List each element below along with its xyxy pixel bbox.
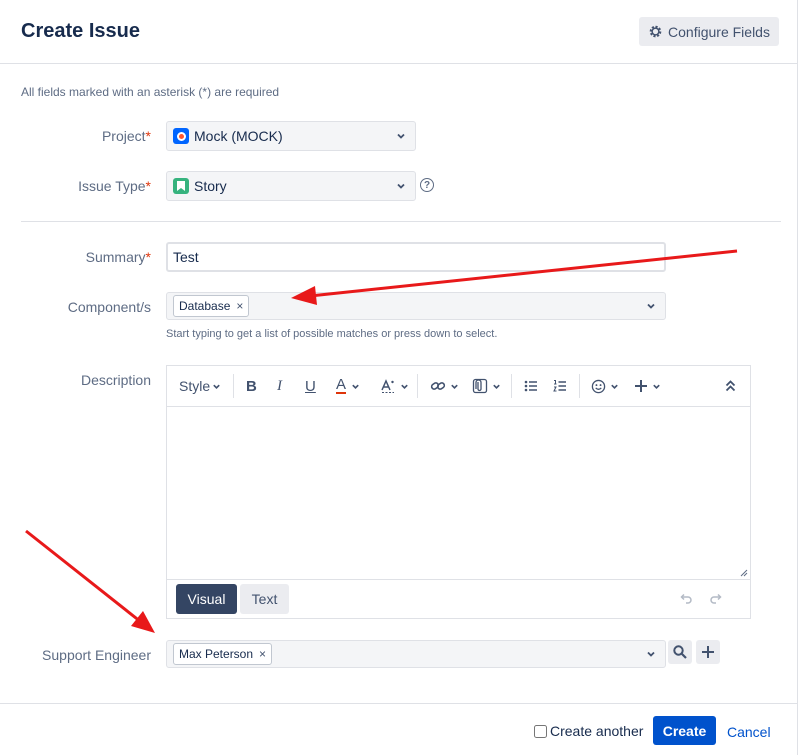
issue-type-label: Issue Type* xyxy=(21,178,151,194)
summary-label-text: Summary xyxy=(85,249,146,265)
description-editor: Style B I U A Visual Text xyxy=(166,365,751,619)
issue-type-label-text: Issue Type xyxy=(78,178,146,194)
undo-icon[interactable] xyxy=(679,592,693,606)
help-icon[interactable]: ? xyxy=(420,178,434,192)
style-label: Style xyxy=(179,378,211,394)
chevron-down-icon xyxy=(401,384,408,389)
summary-input[interactable]: Test xyxy=(166,242,666,272)
add-user-button[interactable] xyxy=(696,640,720,664)
create-another-toggle[interactable]: Create another xyxy=(534,723,643,739)
chevron-down-icon xyxy=(647,303,655,309)
required-note: All fields marked with an asterisk (*) a… xyxy=(21,85,280,99)
text-color-icon: A xyxy=(336,376,347,394)
support-engineer-chip-label: Max Peterson xyxy=(179,647,254,661)
text-mode-tab[interactable]: Text xyxy=(240,584,289,614)
double-chevron-up-icon xyxy=(725,380,736,392)
project-label: Project* xyxy=(21,128,151,144)
dialog-header: Create Issue Configure Fields xyxy=(0,0,798,64)
search-icon xyxy=(673,645,687,659)
project-label-text: Project xyxy=(101,128,146,144)
support-engineer-chip: Max Peterson × xyxy=(173,643,273,665)
chevron-down-icon xyxy=(653,384,660,389)
chevron-down-icon xyxy=(397,133,405,139)
section-divider xyxy=(21,221,781,222)
bold-button[interactable]: B xyxy=(246,366,257,406)
plus-icon xyxy=(702,646,714,658)
attachment-button[interactable] xyxy=(472,366,501,406)
chevron-down-icon xyxy=(213,384,220,389)
issue-type-value: Story xyxy=(194,178,227,194)
insert-more-button[interactable] xyxy=(634,366,661,406)
redo-icon[interactable] xyxy=(709,592,723,606)
italic-button[interactable]: I xyxy=(277,366,282,406)
support-engineer-select[interactable]: Max Peterson × xyxy=(166,640,666,668)
components-select[interactable]: Database × xyxy=(166,292,666,320)
create-another-label: Create another xyxy=(550,723,644,739)
emoji-icon xyxy=(591,379,606,393)
required-star: * xyxy=(145,249,151,265)
project-select[interactable]: Mock (MOCK) xyxy=(166,121,416,151)
chevron-down-icon xyxy=(397,183,405,189)
visual-mode-tab[interactable]: Visual xyxy=(176,584,237,614)
configure-fields-button[interactable]: Configure Fields xyxy=(639,17,779,46)
components-label: Component/s xyxy=(67,299,151,315)
text-color-button[interactable]: A xyxy=(336,366,360,406)
bullet-list-button[interactable] xyxy=(524,366,538,406)
user-search-button[interactable] xyxy=(668,640,692,664)
gear-icon xyxy=(649,25,662,38)
underline-button[interactable]: U xyxy=(305,366,316,406)
project-avatar-icon xyxy=(173,128,189,144)
chevron-down-icon xyxy=(352,384,359,389)
support-engineer-label: Support Engineer xyxy=(42,647,151,663)
link-icon xyxy=(430,382,446,390)
create-button[interactable]: Create xyxy=(653,716,716,745)
attachment-icon xyxy=(472,378,488,394)
chevron-down-icon xyxy=(493,384,500,389)
remove-chip-icon[interactable]: × xyxy=(259,647,266,661)
required-star: * xyxy=(145,128,151,144)
cancel-link[interactable]: Cancel xyxy=(727,724,771,740)
required-star: * xyxy=(145,178,151,194)
bullet-list-icon xyxy=(524,380,537,392)
description-textarea[interactable] xyxy=(167,407,750,580)
editor-toolbar: Style B I U A xyxy=(167,366,750,407)
description-label: Description xyxy=(80,372,151,388)
emoji-button[interactable] xyxy=(591,366,619,406)
remove-chip-icon[interactable]: × xyxy=(236,299,243,313)
component-chip: Database × xyxy=(173,295,250,317)
create-issue-dialog: Create Issue Configure Fields All fields… xyxy=(0,0,798,755)
chevron-down-icon xyxy=(451,384,458,389)
text-effects-icon xyxy=(381,379,394,393)
dialog-title: Create Issue xyxy=(21,20,140,42)
summary-label: Summary* xyxy=(21,249,151,265)
story-icon xyxy=(173,178,189,194)
resize-handle-icon[interactable] xyxy=(740,569,748,577)
configure-fields-label: Configure Fields xyxy=(668,23,770,40)
create-another-checkbox[interactable] xyxy=(534,724,547,738)
numbered-list-button[interactable] xyxy=(553,366,567,406)
numbered-list-icon xyxy=(553,380,566,392)
plus-icon xyxy=(635,380,647,392)
collapse-toolbar-button[interactable] xyxy=(725,366,736,406)
component-chip-label: Database xyxy=(179,299,231,313)
chevron-down-icon xyxy=(611,384,618,389)
style-dropdown[interactable]: Style xyxy=(179,366,221,406)
text-effects-button[interactable] xyxy=(380,366,409,406)
project-value: Mock (MOCK) xyxy=(194,128,283,144)
chevron-down-icon xyxy=(647,651,655,657)
link-button[interactable] xyxy=(430,366,459,406)
issue-type-select[interactable]: Story xyxy=(166,171,416,201)
components-hint: Start typing to get a list of possible m… xyxy=(166,328,498,340)
